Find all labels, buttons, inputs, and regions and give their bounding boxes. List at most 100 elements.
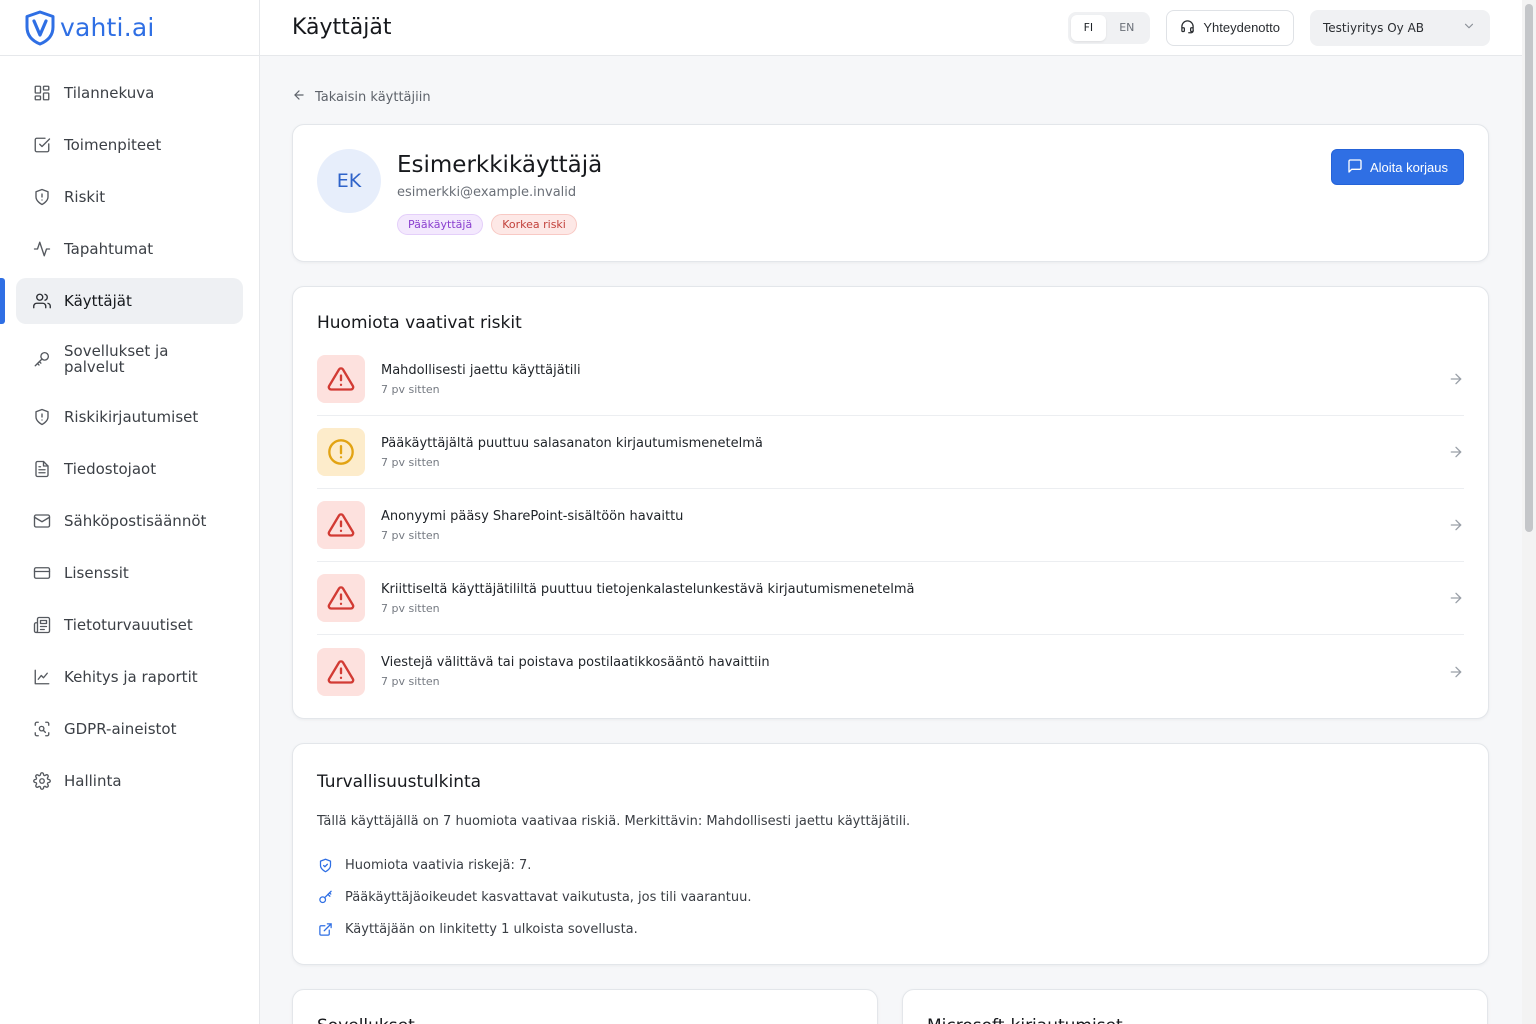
sidebar-item-tietoturvauutiset[interactable]: Tietoturvauutiset bbox=[16, 602, 243, 648]
sidebar-nav: Tilannekuva Toimenpiteet Riskit Tapahtum… bbox=[0, 56, 259, 804]
sidebar-item-tiedostojaot[interactable]: Tiedostojaot bbox=[16, 446, 243, 492]
risk-title: Viestejä välittävä tai poistava postilaa… bbox=[381, 655, 770, 670]
risk-time: 7 pv sitten bbox=[381, 675, 440, 688]
sidebar-item-lisenssit[interactable]: Lisenssit bbox=[16, 550, 243, 596]
sidebar-item-riskikirjautumiset[interactable]: Riskikirjautumiset bbox=[16, 394, 243, 440]
contact-button[interactable]: Yhteydenotto bbox=[1166, 9, 1294, 46]
brand-logo[interactable]: vahti.ai bbox=[0, 0, 259, 56]
back-link-label: Takaisin käyttäjiin bbox=[315, 89, 431, 105]
risk-row[interactable]: Mahdollisesti jaettu käyttäjätili 7 pv s… bbox=[317, 343, 1464, 416]
shield-alert-icon bbox=[32, 187, 52, 207]
microsoft-signins-card: Microsoft-kirjautumiset bbox=[902, 989, 1488, 1024]
sidebar-item-tapahtumat[interactable]: Tapahtumat bbox=[16, 226, 243, 272]
applications-card: Sovellukset bbox=[292, 989, 878, 1024]
summary-item-text: Huomiota vaativia riskejä: 7. bbox=[345, 857, 532, 873]
sidebar-item-label: Lisenssit bbox=[64, 564, 129, 582]
organization-select[interactable]: Testiyritys Oy AB bbox=[1310, 9, 1490, 46]
language-switch: FI EN bbox=[1067, 11, 1151, 44]
risk-text: Viestejä välittävä tai poistava postilaa… bbox=[381, 655, 1448, 688]
risk-text: Pääkäyttäjältä puuttuu salasanaton kirja… bbox=[381, 436, 1448, 469]
role-badge: Pääkäyttäjä bbox=[397, 214, 484, 235]
risks-card: Huomiota vaativat riskit Mahdollisesti j… bbox=[292, 286, 1489, 719]
back-to-users-link[interactable]: Takaisin käyttäjiin bbox=[292, 88, 431, 106]
risk-title: Mahdollisesti jaettu käyttäjätili bbox=[381, 362, 581, 378]
line-chart-icon bbox=[32, 667, 52, 687]
newspaper-icon bbox=[32, 615, 52, 635]
vahti-shield-logo-icon bbox=[24, 10, 56, 46]
warning-triangle-icon bbox=[317, 647, 365, 696]
risk-row[interactable]: Anonyymi pääsy SharePoint-sisältöön hava… bbox=[317, 489, 1464, 562]
sidebar-item-hallinta[interactable]: Hallinta bbox=[16, 758, 243, 804]
scan-icon bbox=[32, 719, 52, 739]
risk-text: Anonyymi pääsy SharePoint-sisältöön hava… bbox=[381, 509, 1448, 542]
main-content: Takaisin käyttäjiin EK Esimerkkikäyttäjä… bbox=[292, 56, 1489, 1024]
users-icon bbox=[32, 291, 52, 311]
sidebar-item-gdpr-aineistot[interactable]: GDPR-aineistot bbox=[16, 706, 243, 752]
gear-icon bbox=[32, 771, 52, 791]
sidebar-item-tilannekuva[interactable]: Tilannekuva bbox=[16, 70, 243, 116]
warning-triangle-icon bbox=[317, 501, 365, 549]
shield-check-icon bbox=[317, 857, 333, 873]
sidebar-item-toimenpiteet[interactable]: Toimenpiteet bbox=[16, 122, 243, 168]
language-en-button[interactable]: EN bbox=[1106, 15, 1147, 41]
summary-item: Pääkäyttäjäoikeudet kasvattavat vaikutus… bbox=[317, 881, 1464, 913]
sidebar-item-label: Hallinta bbox=[64, 772, 122, 790]
sidebar-item-kehitys-ja-raportit[interactable]: Kehitys ja raportit bbox=[16, 654, 243, 700]
risk-title: Anonyymi pääsy SharePoint-sisältöön hava… bbox=[381, 508, 684, 524]
page-scrollbar[interactable] bbox=[1522, 0, 1536, 1024]
warning-triangle-icon bbox=[317, 574, 365, 622]
sidebar-item-sahkopostisaannot[interactable]: Sähköpostisäännöt bbox=[16, 498, 243, 544]
credit-card-icon bbox=[32, 563, 52, 583]
alert-circle-icon bbox=[317, 428, 365, 476]
arrow-right-icon bbox=[1448, 444, 1464, 460]
summary-item: Huomiota vaativia riskejä: 7. bbox=[317, 849, 1464, 881]
top-header: Käyttäjät FI EN Yhteydenotto Testiyritys… bbox=[260, 0, 1536, 56]
headset-icon bbox=[1180, 19, 1195, 37]
risk-row[interactable]: Pääkäyttäjältä puuttuu salasanaton kirja… bbox=[317, 416, 1464, 489]
activity-icon bbox=[32, 239, 52, 259]
shield-alert-icon bbox=[32, 407, 52, 427]
summary-list: Huomiota vaativia riskejä: 7. Pääkäyttäj… bbox=[317, 849, 1464, 945]
summary-item: Käyttäjään on linkitetty 1 ulkoista sove… bbox=[317, 913, 1464, 945]
mail-icon bbox=[32, 511, 52, 531]
arrow-right-icon bbox=[1448, 590, 1464, 606]
scrollbar-thumb[interactable] bbox=[1525, 4, 1533, 532]
bottom-cards-row: Sovellukset Microsoft-kirjautumiset bbox=[292, 989, 1489, 1024]
user-name: Esimerkkikäyttäjä bbox=[397, 152, 603, 178]
sidebar: vahti.ai Tilannekuva Toimenpiteet Riskit… bbox=[0, 0, 260, 1024]
sidebar-item-sovellukset[interactable]: Sovellukset ja palvelut bbox=[16, 330, 243, 388]
sidebar-item-label: Riskikirjautumiset bbox=[64, 408, 199, 426]
risks-title: Huomiota vaativat riskit bbox=[317, 313, 522, 333]
dashboard-icon bbox=[32, 83, 52, 103]
applications-title: Sovellukset bbox=[317, 1016, 853, 1024]
contact-button-label: Yhteydenotto bbox=[1203, 20, 1280, 35]
sidebar-item-label: GDPR-aineistot bbox=[64, 720, 177, 738]
arrow-right-icon bbox=[1448, 664, 1464, 680]
checkbox-icon bbox=[32, 135, 52, 155]
risk-row[interactable]: Viestejä välittävä tai poistava postilaa… bbox=[317, 635, 1464, 708]
risk-time: 7 pv sitten bbox=[381, 455, 440, 469]
brand-name: vahti.ai bbox=[60, 13, 155, 42]
risk-list: Mahdollisesti jaettu käyttäjätili 7 pv s… bbox=[317, 343, 1464, 708]
sidebar-item-label: Tiedostojaot bbox=[64, 460, 157, 478]
warning-triangle-icon bbox=[317, 355, 365, 403]
sidebar-item-kayttajat[interactable]: Käyttäjät bbox=[0, 278, 243, 324]
file-icon bbox=[32, 459, 52, 479]
risk-row[interactable]: Kriittiseltä käyttäjätililtä puuttuu tie… bbox=[317, 562, 1464, 635]
summary-title: Turvallisuustulkinta bbox=[317, 772, 482, 792]
sidebar-item-label: Käyttäjät bbox=[64, 292, 132, 310]
summary-item-text: Pääkäyttäjäoikeudet kasvattavat vaikutus… bbox=[345, 889, 752, 905]
arrow-right-icon bbox=[1448, 371, 1464, 387]
risk-text: Mahdollisesti jaettu käyttäjätili 7 pv s… bbox=[381, 363, 1448, 396]
start-fix-button[interactable]: Aloita korjaus bbox=[1330, 149, 1464, 185]
sidebar-item-label: Sähköpostisäännöt bbox=[64, 512, 207, 530]
language-fi-button[interactable]: FI bbox=[1070, 14, 1107, 41]
summary-text: Tällä käyttäjällä on 7 huomiota vaativaa… bbox=[317, 814, 911, 829]
user-profile-card: EK Esimerkkikäyttäjä esimerkki@example.i… bbox=[292, 124, 1489, 262]
user-info: Esimerkkikäyttäjä esimerkki@example.inva… bbox=[397, 151, 602, 235]
avatar: EK bbox=[317, 149, 381, 213]
sidebar-item-label: Tietoturvauutiset bbox=[64, 616, 193, 634]
user-email: esimerkki@example.invalid bbox=[397, 185, 577, 200]
sidebar-item-riskit[interactable]: Riskit bbox=[16, 174, 243, 220]
user-badges: Pääkäyttäjä Korkea riski bbox=[397, 214, 602, 235]
